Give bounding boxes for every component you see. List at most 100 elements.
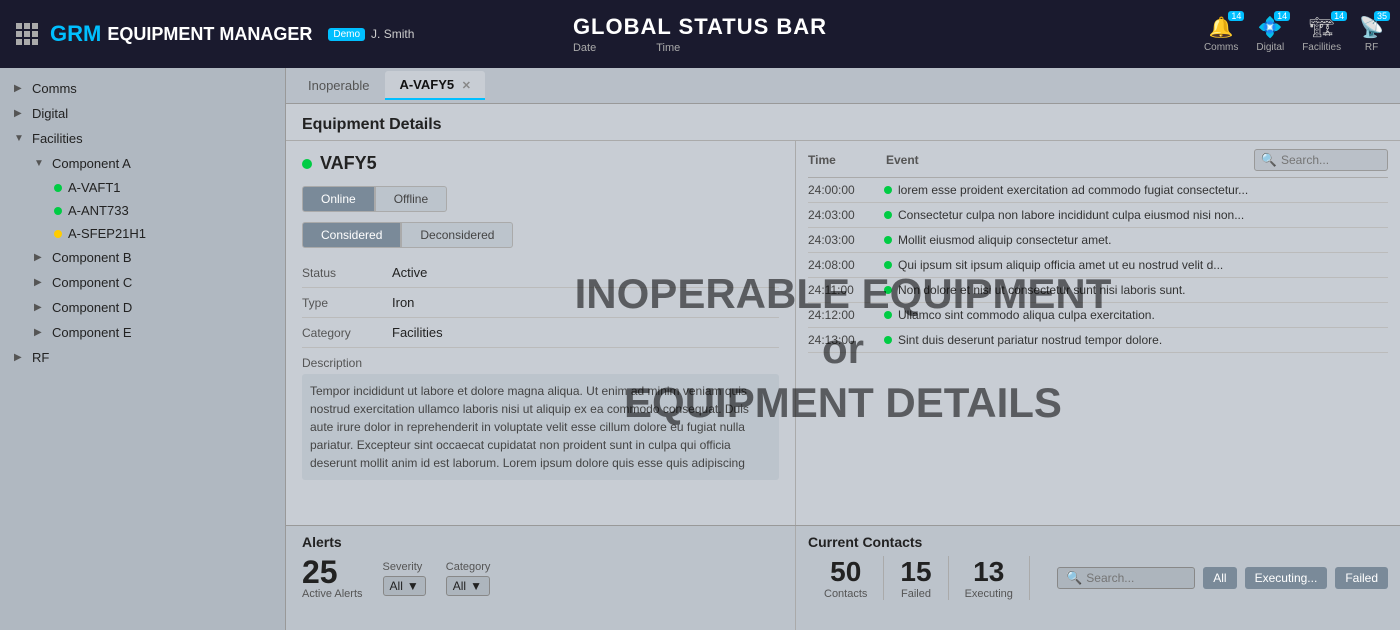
facilities-badge[interactable]: 14 🏗 Facilities xyxy=(1302,15,1341,53)
device-name-row: VAFY5 xyxy=(302,153,779,174)
contacts-content: 50 Contacts 15 Failed 13 Executing xyxy=(808,556,1388,600)
device-status-dot xyxy=(302,159,312,169)
alert-count: 25 xyxy=(302,556,363,588)
total-contacts-label: Contacts xyxy=(824,588,867,600)
sidebar-item-a-sfep21h1[interactable]: A-SFEP21H1 xyxy=(40,222,285,245)
sidebar-item-component-a[interactable]: ▼ Component A xyxy=(20,151,285,176)
tab-close-icon[interactable]: ✕ xyxy=(462,80,471,92)
rf-label: RF xyxy=(1365,42,1378,53)
content-wrapper: Inoperable A-VAFY5 ✕ Equipment Details V… xyxy=(286,68,1400,630)
sidebar-label-component-a: Component A xyxy=(52,156,131,171)
sidebar-item-facilities[interactable]: ▼ Facilities xyxy=(0,126,285,151)
online-button[interactable]: Online xyxy=(302,186,375,212)
alert-count-label: Active Alerts xyxy=(302,588,363,600)
sidebar-item-component-d[interactable]: ▶ Component D xyxy=(20,295,285,320)
logo-area: GRM EQUIPMENT MANAGER xyxy=(16,21,312,47)
grid-icon xyxy=(16,23,38,45)
event-time: 24:12:00 xyxy=(808,308,878,322)
facilities-count: 14 xyxy=(1331,11,1347,21)
sidebar-label-component-b: Component B xyxy=(52,250,132,265)
severity-label: Severity xyxy=(383,561,426,573)
sidebar-item-a-vaft1[interactable]: A-VAFT1 xyxy=(40,176,285,199)
arrow-icon: ▶ xyxy=(14,83,26,94)
sidebar-label-component-e: Component E xyxy=(52,325,132,340)
deconsidered-button[interactable]: Deconsidered xyxy=(401,222,513,248)
considered-button[interactable]: Considered xyxy=(302,222,401,248)
event-text: Sint duis deserunt pariatur nostrud temp… xyxy=(898,333,1388,347)
equipment-details-header: Equipment Details xyxy=(286,104,1400,141)
status-label: Status xyxy=(302,266,392,280)
arrow-icon: ▶ xyxy=(34,252,46,263)
event-row: 24:13:00 Sint duis deserunt pariatur nos… xyxy=(808,328,1388,353)
event-dot xyxy=(884,211,892,219)
comms-badge[interactable]: 14 🔔 Comms xyxy=(1204,15,1238,53)
contacts-search-input[interactable] xyxy=(1086,571,1186,585)
sidebar-item-comms[interactable]: ▶ Comms xyxy=(0,76,285,101)
failed-contacts-label: Failed xyxy=(901,588,931,600)
status-field: Status Active xyxy=(302,258,779,288)
sidebar-item-digital[interactable]: ▶ Digital xyxy=(0,101,285,126)
category-field: Category Facilities xyxy=(302,318,779,348)
event-dot xyxy=(884,286,892,294)
failed-contacts-num: 15 xyxy=(900,556,931,588)
status-value: Active xyxy=(392,265,427,280)
severity-group: Severity All ▼ xyxy=(383,561,426,596)
equipment-title: Equipment Details xyxy=(302,116,442,133)
status-dot-yellow xyxy=(54,230,62,238)
chevron-down-icon: ▼ xyxy=(407,579,419,593)
alerts-panel: Alerts 25 Active Alerts Severity All ▼ xyxy=(286,526,796,630)
arrow-icon: ▼ xyxy=(14,133,26,144)
category-select[interactable]: All ▼ xyxy=(446,576,491,596)
filter-executing-button[interactable]: Executing... xyxy=(1245,567,1328,589)
sidebar-label-a-vaft1: A-VAFT1 xyxy=(68,180,121,195)
device-name: VAFY5 xyxy=(320,153,377,174)
contacts-search[interactable]: 🔍 xyxy=(1057,567,1195,589)
event-time: 24:03:00 xyxy=(808,208,878,222)
event-text: Ullamco sint commodo aliqua culpa exerci… xyxy=(898,308,1388,322)
comms-count: 14 xyxy=(1228,11,1244,21)
date-label: Date xyxy=(573,42,596,54)
sidebar-item-component-b[interactable]: ▶ Component B xyxy=(20,245,285,270)
digital-badge[interactable]: 14 💠 Digital xyxy=(1256,15,1284,53)
category-value: All xyxy=(453,579,466,593)
category-group: Category All ▼ xyxy=(446,561,491,596)
tab-inoperable[interactable]: Inoperable xyxy=(294,72,383,99)
rf-badge[interactable]: 35 📡 RF xyxy=(1359,15,1384,53)
rf-count: 35 xyxy=(1374,11,1390,21)
digital-label: Digital xyxy=(1256,42,1284,53)
sidebar-item-rf[interactable]: ▶ RF xyxy=(0,345,285,370)
arrow-icon: ▶ xyxy=(34,327,46,338)
event-time: 24:08:00 xyxy=(808,258,878,272)
bottom-area: Alerts 25 Active Alerts Severity All ▼ xyxy=(286,525,1400,630)
equipment-body: VAFY5 Online Offline Considered Deconsid… xyxy=(286,141,1400,525)
arrow-icon: ▼ xyxy=(34,158,46,169)
severity-value: All xyxy=(390,579,403,593)
filter-failed-button[interactable]: Failed xyxy=(1335,567,1388,589)
event-text: lorem esse proident exercitation ad comm… xyxy=(898,183,1388,197)
filter-all-button[interactable]: All xyxy=(1203,567,1236,589)
type-value: Iron xyxy=(392,295,414,310)
desc-text: Tempor incididunt ut labore et dolore ma… xyxy=(302,374,779,480)
sidebar-label-digital: Digital xyxy=(32,106,68,121)
alerts-title: Alerts xyxy=(302,534,779,550)
status-dot-green xyxy=(54,207,62,215)
arrow-icon: ▶ xyxy=(14,108,26,119)
event-dot xyxy=(884,236,892,244)
event-search[interactable]: 🔍 xyxy=(1254,149,1388,171)
sidebar-item-component-e[interactable]: ▶ Component E xyxy=(20,320,285,345)
sidebar-item-component-c[interactable]: ▶ Component C xyxy=(20,270,285,295)
event-search-input[interactable] xyxy=(1281,153,1381,167)
event-dot xyxy=(884,186,892,194)
left-panel: VAFY5 Online Offline Considered Deconsid… xyxy=(286,141,796,525)
category-value: Facilities xyxy=(392,325,443,340)
category-label: Category xyxy=(302,326,392,340)
event-text: Mollit eiusmod aliquip consectetur amet. xyxy=(898,233,1388,247)
severity-select[interactable]: All ▼ xyxy=(383,576,426,596)
sidebar: ▶ Comms ▶ Digital ▼ Facilities ▼ Compone… xyxy=(0,68,286,630)
event-time: 24:13:00 xyxy=(808,333,878,347)
tab-a-vafy5[interactable]: A-VAFY5 ✕ xyxy=(385,71,485,100)
sidebar-item-a-ant733[interactable]: A-ANT733 xyxy=(40,199,285,222)
demo-badge: Demo xyxy=(328,28,365,41)
offline-button[interactable]: Offline xyxy=(375,186,447,212)
arrow-icon: ▶ xyxy=(14,352,26,363)
